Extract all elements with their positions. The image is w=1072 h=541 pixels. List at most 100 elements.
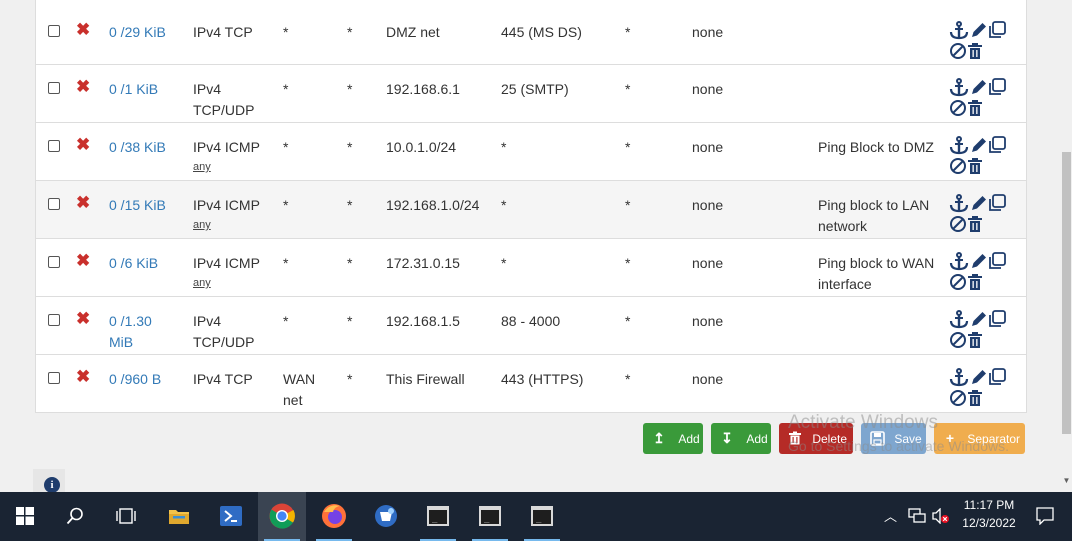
anchor-icon[interactable] — [949, 252, 969, 271]
scrollbar-thumb[interactable] — [1062, 152, 1071, 434]
start-button[interactable] — [0, 492, 48, 541]
taskbar-terminal-1[interactable]: _ — [414, 492, 462, 541]
disable-icon[interactable] — [949, 42, 967, 60]
anchor-icon[interactable] — [949, 78, 969, 97]
rule-states[interactable]: 0 /1.30 MiB — [109, 311, 179, 353]
trash-icon[interactable] — [967, 273, 983, 291]
block-rule-icon[interactable]: ✖ — [76, 77, 90, 97]
pencil-icon[interactable] — [969, 21, 987, 40]
copy-icon[interactable] — [987, 136, 1007, 155]
icmp-subtype-link[interactable]: any — [193, 274, 273, 292]
rule-dest-port: 25 (SMTP) — [501, 79, 611, 100]
rule-destination-text: 192.168.1.0/24 — [386, 197, 480, 213]
rule-states[interactable]: 0 /960 B — [109, 369, 179, 390]
pencil-icon[interactable] — [969, 194, 987, 213]
network-icon[interactable] — [908, 508, 926, 524]
system-clock[interactable]: 11:17 PM 12/3/2022 — [958, 496, 1020, 532]
row-select-checkbox[interactable] — [48, 314, 60, 326]
block-rule-icon[interactable]: ✖ — [76, 135, 90, 155]
rule-states[interactable]: 0 /15 KiB — [109, 195, 179, 216]
block-rule-icon[interactable]: ✖ — [76, 193, 90, 213]
copy-icon[interactable] — [987, 78, 1007, 97]
rule-states[interactable]: 0 /6 KiB — [109, 253, 179, 274]
trash-icon[interactable] — [967, 215, 983, 233]
rule-states[interactable]: 0 /1 KiB — [109, 79, 179, 100]
anchor-icon[interactable] — [949, 368, 969, 387]
disable-icon[interactable] — [949, 331, 967, 349]
rule-gateway-text: * — [625, 139, 631, 155]
info-button[interactable]: i — [33, 469, 65, 493]
svg-text:_: _ — [432, 514, 438, 524]
rule-dest-port: 445 (MS DS) — [501, 22, 611, 43]
trash-icon[interactable] — [967, 389, 983, 407]
copy-icon[interactable] — [987, 194, 1007, 213]
notifications-icon[interactable] — [1036, 507, 1054, 525]
table-row: ✖ 0 /38 KiB IPv4 ICMP any * * 10.0.1.0/24 * * non… — [36, 122, 1026, 180]
copy-icon[interactable] — [987, 310, 1007, 329]
copy-icon[interactable] — [987, 21, 1007, 40]
rule-protocol-text: IPv4 ICMP — [193, 197, 260, 213]
taskbar-powershell[interactable] — [207, 492, 255, 541]
rule-states[interactable]: 0 /29 KiB — [109, 22, 179, 43]
copy-icon[interactable] — [987, 252, 1007, 271]
task-view-button[interactable] — [102, 492, 150, 541]
windows-start-icon — [16, 507, 34, 525]
taskbar-chrome[interactable] — [258, 492, 306, 541]
icmp-subtype-link[interactable]: any — [193, 158, 273, 176]
rule-states[interactable]: 0 /38 KiB — [109, 137, 179, 158]
trash-icon[interactable] — [967, 157, 983, 175]
row-select-checkbox[interactable] — [48, 256, 60, 268]
add-rule-bottom-button[interactable]: ↧ Add — [711, 423, 771, 454]
pencil-icon[interactable] — [969, 136, 987, 155]
disable-icon[interactable] — [949, 157, 967, 175]
search-button[interactable] — [50, 492, 98, 541]
block-rule-icon[interactable]: ✖ — [76, 309, 90, 329]
anchor-icon[interactable] — [949, 310, 969, 329]
pencil-icon[interactable] — [969, 368, 987, 387]
rule-protocol-text: IPv4 TCP/UDP — [193, 81, 255, 118]
block-rule-icon[interactable]: ✖ — [76, 20, 90, 40]
taskbar-app[interactable] — [362, 492, 410, 541]
trash-icon[interactable] — [967, 331, 983, 349]
rule-destination-text: 192.168.1.5 — [386, 313, 460, 329]
pencil-icon[interactable] — [969, 252, 987, 271]
rule-protocol-text: IPv4 TCP — [193, 24, 253, 40]
taskbar-terminal-2[interactable]: _ — [466, 492, 514, 541]
copy-icon[interactable] — [987, 368, 1007, 387]
row-select-checkbox[interactable] — [48, 198, 60, 210]
anchor-icon[interactable] — [949, 136, 969, 155]
disable-icon[interactable] — [949, 273, 967, 291]
rule-actions — [949, 252, 1019, 292]
pencil-icon[interactable] — [969, 78, 987, 97]
pencil-icon[interactable] — [969, 310, 987, 329]
rule-source: * — [283, 22, 333, 43]
disable-icon[interactable] — [949, 215, 967, 233]
rule-port: * — [347, 137, 377, 158]
rule-destination-text: 192.168.6.1 — [386, 81, 460, 97]
taskbar-file-explorer[interactable] — [155, 492, 203, 541]
taskbar-firefox[interactable] — [310, 492, 358, 541]
rule-queue-text: none — [692, 24, 724, 40]
row-select-checkbox[interactable] — [48, 82, 60, 94]
row-select-checkbox[interactable] — [48, 25, 60, 37]
show-hidden-icons-chevron-icon[interactable]: ︿ — [884, 506, 897, 525]
row-select-checkbox[interactable] — [48, 140, 60, 152]
anchor-icon[interactable] — [949, 21, 969, 40]
rule-port: * — [347, 311, 377, 332]
rule-source-text: * — [283, 81, 289, 97]
block-rule-icon[interactable]: ✖ — [76, 367, 90, 387]
volume-muted-icon[interactable] — [932, 508, 950, 524]
block-rule-icon[interactable]: ✖ — [76, 251, 90, 271]
disable-icon[interactable] — [949, 99, 967, 117]
rule-destination: 172.31.0.15 — [386, 253, 496, 274]
disable-icon[interactable] — [949, 389, 967, 407]
row-select-checkbox[interactable] — [48, 372, 60, 384]
taskbar-terminal-3[interactable]: _ — [518, 492, 566, 541]
add-rule-top-button[interactable]: ↥ Add — [643, 423, 703, 454]
scroll-down-arrow-icon[interactable]: ▼ — [1061, 476, 1072, 490]
rule-source-text: * — [283, 255, 289, 271]
icmp-subtype-link[interactable]: any — [193, 216, 273, 234]
anchor-icon[interactable] — [949, 194, 969, 213]
trash-icon[interactable] — [967, 42, 983, 60]
trash-icon[interactable] — [967, 99, 983, 117]
